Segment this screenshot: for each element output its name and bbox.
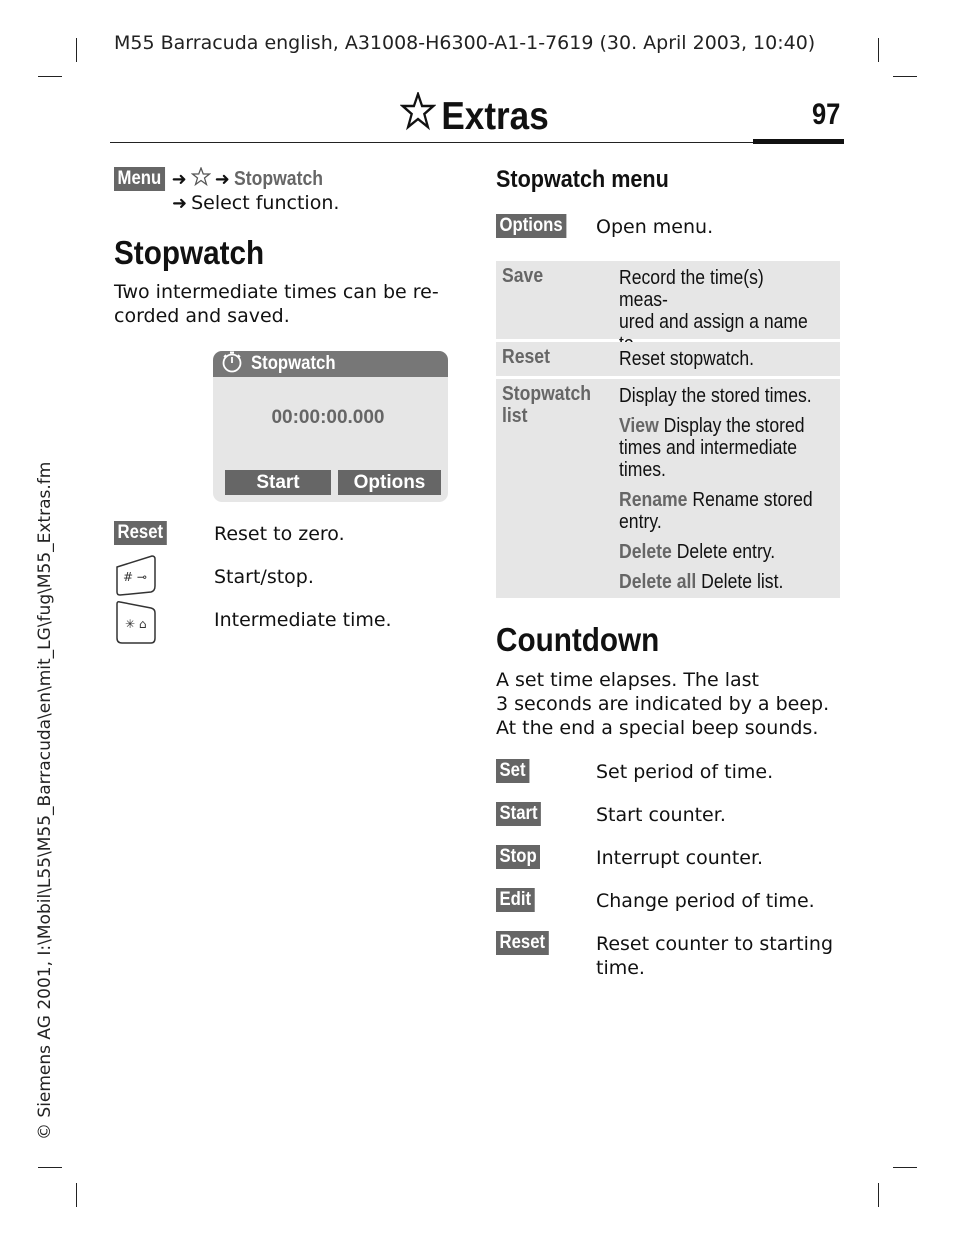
crop-mark — [38, 1167, 62, 1168]
desc-line: Reset counter to starting — [596, 933, 834, 955]
crop-mark — [893, 76, 917, 77]
countdown-key-row: Set — [496, 759, 534, 783]
list-item: Delete Delete entry. — [619, 541, 830, 563]
menu-row-stopwatch-list: Stopwatch list Display the stored times.… — [496, 379, 840, 598]
list-item: View Display the stored times and interm… — [619, 415, 830, 481]
file-path-sidebar: © Siemens AG 2001, I:\Mobil\L55\M55_Barr… — [35, 461, 55, 1140]
key-row-hash: # ⊸ — [114, 553, 158, 601]
countdown-intro: A set time elapses. The last 3 seconds a… — [496, 668, 829, 740]
item-text: Delete entry. — [671, 541, 776, 563]
item-text: Delete list. — [696, 571, 784, 593]
start-softkey: Start — [496, 802, 542, 826]
stop-softkey: Stop — [496, 845, 541, 869]
start-softkey[interactable]: Start — [225, 470, 331, 495]
intro-line: At the end a special beep sounds. — [496, 717, 819, 739]
options-softkey[interactable]: Options — [338, 470, 441, 495]
page-number-rule — [753, 139, 844, 144]
list-item: Display the stored times. — [619, 385, 830, 407]
edit-softkey: Edit — [496, 888, 535, 912]
menu-row-reset: Reset Reset stopwatch. — [496, 342, 840, 376]
menu-description: Display the stored times. View Display t… — [619, 379, 840, 598]
page-title: Extras — [399, 90, 549, 142]
desc-line: time. — [596, 957, 645, 979]
reset-softkey: Reset — [114, 521, 167, 545]
label-line: Stopwatch — [502, 383, 591, 405]
crop-mark — [76, 38, 77, 62]
breadcrumb-target: Stopwatch — [233, 167, 323, 190]
svg-text:# ⊸: # ⊸ — [123, 570, 147, 584]
key-row-star: ✳ ⌂ — [114, 600, 158, 650]
star-outline-icon — [399, 90, 437, 142]
options-softkey: Options — [496, 214, 567, 238]
stopwatch-menu-heading: Stopwatch menu — [496, 166, 669, 193]
key-description: Intermediate time. — [214, 609, 392, 631]
phone-screen: Stopwatch 00:00:00.000 Start Options — [213, 351, 448, 502]
desc-line: Record the time(s) meas- — [619, 267, 764, 311]
key-description: Change period of time. — [596, 890, 815, 912]
crop-mark — [38, 76, 62, 77]
intro-line: 3 seconds are indicated by a beep. — [496, 693, 830, 715]
item-keyword: View — [619, 415, 659, 437]
menu-label: Stopwatch list — [502, 383, 591, 427]
title-rule — [110, 142, 753, 143]
arrow-icon: ➜ — [214, 168, 230, 190]
countdown-key-row: Stop — [496, 845, 546, 869]
label-line: list — [502, 405, 528, 427]
breadcrumb-instruction: Select function. — [191, 192, 340, 214]
intro-line: Two intermediate times can be re- — [114, 281, 439, 303]
menu-label: Save — [502, 265, 544, 287]
stopwatch-menu-table: Save Record the time(s) meas- ured and a… — [496, 261, 840, 601]
menu-description: Reset stopwatch. — [619, 342, 840, 375]
menu-label: Reset — [502, 346, 550, 368]
reset-softkey: Reset — [496, 931, 549, 955]
key-description: Interrupt counter. — [596, 847, 764, 869]
breadcrumb: Menu ➜ ➜ Stopwatch ➜ Select function. — [114, 165, 340, 215]
star-key-icon: ✳ ⌂ — [114, 600, 158, 650]
countdown-key-row: Edit — [496, 888, 540, 912]
crop-mark — [893, 1167, 917, 1168]
desc-line: Reset stopwatch. — [619, 348, 755, 370]
options-description: Open menu. — [596, 216, 714, 238]
arrow-icon: ➜ — [171, 168, 187, 190]
list-item: Rename Rename stored entry. — [619, 489, 830, 533]
intro-line: A set time elapses. The last — [496, 669, 759, 691]
menu-softkey: Menu — [114, 167, 165, 191]
stopwatch-heading: Stopwatch — [114, 234, 265, 271]
item-keyword: Rename — [619, 489, 688, 511]
key-description: Reset to zero. — [214, 523, 345, 545]
key-description: Reset counter to starting time. — [596, 932, 833, 980]
stopwatch-icon — [221, 351, 243, 377]
star-outline-icon — [190, 165, 211, 192]
item-keyword: Delete — [619, 541, 672, 563]
set-softkey: Set — [496, 759, 530, 783]
phone-screen-title: Stopwatch — [251, 353, 336, 374]
document-meta: M55 Barracuda english, A31008-H6300-A1-1… — [114, 32, 816, 54]
stopwatch-intro: Two intermediate times can be re- corded… — [114, 280, 439, 328]
crop-mark — [76, 1183, 77, 1207]
svg-text:✳ ⌂: ✳ ⌂ — [125, 617, 147, 631]
crop-mark — [878, 38, 879, 62]
item-keyword: Delete all — [619, 571, 697, 593]
key-description: Start/stop. — [214, 566, 314, 588]
key-row-reset: Reset — [114, 521, 174, 545]
menu-row-save: Save Record the time(s) meas- ured and a… — [496, 261, 840, 377]
key-description: Start counter. — [596, 804, 726, 826]
stopwatch-time: 00:00:00.000 — [271, 407, 385, 428]
arrow-icon: ➜ — [172, 192, 188, 214]
intro-line: corded and saved. — [114, 305, 290, 327]
countdown-heading: Countdown — [496, 621, 660, 658]
options-key-row: Options — [496, 214, 576, 238]
list-item: Delete all Delete list. — [619, 571, 830, 593]
item-text: Display the stored times. — [619, 385, 812, 407]
crop-mark — [878, 1183, 879, 1207]
page-number: 97 — [812, 98, 841, 131]
key-description: Set period of time. — [596, 761, 774, 783]
page-title-text: Extras — [441, 95, 549, 138]
hash-key-icon: # ⊸ — [114, 553, 158, 601]
phone-title-bar: Stopwatch — [213, 351, 448, 377]
countdown-key-row: Start — [496, 802, 547, 826]
countdown-key-row: Reset — [496, 931, 556, 955]
